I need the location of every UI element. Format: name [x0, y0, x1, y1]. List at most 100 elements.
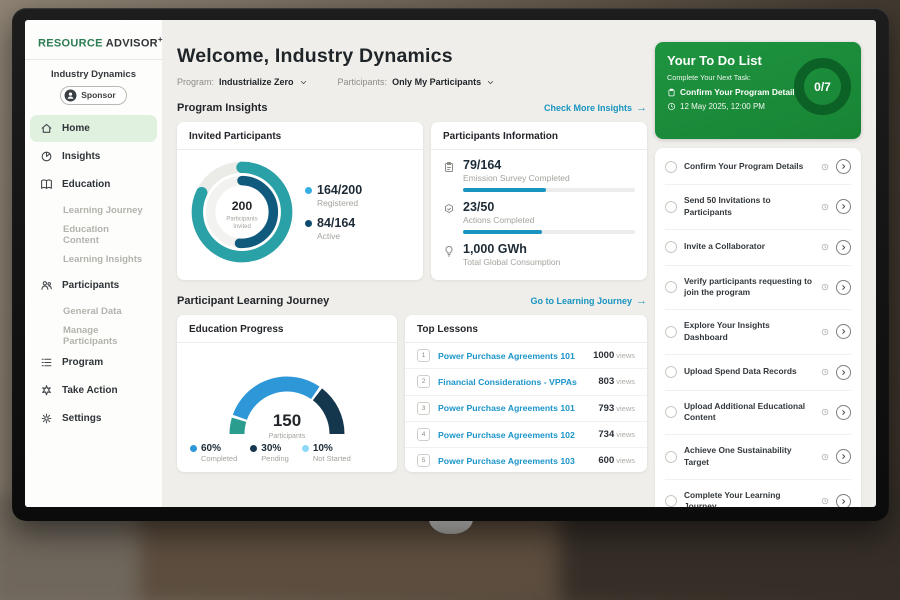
- lesson-rank: 2: [417, 375, 430, 388]
- task-label: Confirm Your Program Details: [684, 161, 814, 173]
- task-checkbox[interactable]: [665, 281, 677, 293]
- participants-information-card: Participants Information 79/164Emission …: [431, 122, 647, 280]
- tasks-list: Confirm Your Program Details Send 50 Invi…: [665, 149, 851, 507]
- info-value: 23/50: [463, 200, 635, 214]
- sidebar-item-take-action[interactable]: Take Action: [30, 377, 157, 404]
- todo-task-row[interactable]: Complete Your Learning Journey: [665, 480, 851, 507]
- sidebar-item-insights[interactable]: Insights: [30, 143, 157, 170]
- task-open-button[interactable]: [836, 405, 851, 420]
- participants-filter[interactable]: Participants: Only My Participants: [338, 77, 496, 87]
- info-row: 79/164Emission Survey Completed: [431, 150, 647, 192]
- sidebar-item-learning-journey[interactable]: Learning Journey: [30, 199, 157, 223]
- sidebar-item-label: Insights: [62, 151, 100, 162]
- divider: [25, 59, 162, 60]
- page-title: Welcome, Industry Dynamics: [177, 45, 647, 68]
- todo-task-row[interactable]: Send 50 Invitations to Participants: [665, 185, 851, 230]
- sidebar-item-education[interactable]: Education: [30, 171, 157, 198]
- task-checkbox[interactable]: [665, 161, 677, 173]
- task-checkbox[interactable]: [665, 495, 677, 507]
- task-open-button[interactable]: [836, 280, 851, 295]
- task-clock-icon: [821, 163, 829, 171]
- photo-background: RESOURCE ADVISOR+ Industry Dynamics Spon…: [0, 0, 900, 600]
- task-checkbox[interactable]: [665, 326, 677, 338]
- progress-bar: [463, 230, 635, 234]
- legend-value: 164/200: [317, 183, 362, 197]
- gauge-legend-entry: 60%Completed: [190, 443, 237, 463]
- lesson-link[interactable]: Power Purchase Agreements 103: [438, 456, 590, 466]
- lesson-row: 4Power Purchase Agreements 102734views: [405, 422, 647, 448]
- sidebar-item-education-content[interactable]: Education Content: [30, 223, 157, 247]
- lesson-row: 1Power Purchase Agreements 1011000views: [405, 343, 647, 369]
- todo-task-row[interactable]: Invite a Collaborator: [665, 230, 851, 266]
- task-label: Upload Additional Educational Content: [684, 401, 814, 425]
- task-open-button[interactable]: [836, 159, 851, 174]
- task-clock-icon: [821, 497, 829, 505]
- task-open-button[interactable]: [836, 365, 851, 380]
- todo-task-row[interactable]: Explore Your Insights Dashboard: [665, 310, 851, 355]
- sidebar-item-label: Home: [62, 123, 90, 134]
- info-label: Actions Completed: [463, 215, 635, 225]
- sidebar-item-home[interactable]: Home: [30, 115, 157, 142]
- task-open-button[interactable]: [836, 494, 851, 507]
- program-filter[interactable]: Program: Industrialize Zero: [177, 77, 308, 87]
- participants-filter-label: Participants:: [338, 77, 388, 87]
- logo-resource: RESOURCE: [38, 38, 103, 50]
- sidebar-item-manage-participants[interactable]: Manage Participants: [30, 325, 157, 349]
- survey-icon: [443, 161, 455, 173]
- gauge-legend-entry: 10%Not Started: [302, 443, 351, 463]
- dashboard-screen: RESOURCE ADVISOR+ Industry Dynamics Spon…: [25, 20, 876, 507]
- task-checkbox[interactable]: [665, 201, 677, 213]
- svg-text:Invited: Invited: [233, 224, 251, 230]
- task-checkbox[interactable]: [665, 406, 677, 418]
- main-content: Welcome, Industry Dynamics Program: Indu…: [177, 20, 647, 472]
- lesson-link[interactable]: Power Purchase Agreements 102: [438, 430, 590, 440]
- legend-percent: 10%: [313, 443, 333, 454]
- sidebar-item-participants[interactable]: Participants: [30, 272, 157, 299]
- card-title: Top Lessons: [405, 315, 647, 343]
- todo-task-row[interactable]: Confirm Your Program Details: [665, 149, 851, 185]
- program-filter-label: Program:: [177, 77, 214, 87]
- donut-legend-entry: 84/164Active: [305, 216, 362, 241]
- todo-task-row[interactable]: Verify participants requesting to join t…: [665, 266, 851, 311]
- go-to-learning-journey-link[interactable]: Go to Learning Journey: [530, 295, 647, 307]
- info-label: Emission Survey Completed: [463, 173, 635, 183]
- check-more-insights-link[interactable]: Check More Insights: [544, 102, 647, 114]
- sponsor-badge[interactable]: Sponsor: [60, 86, 126, 105]
- sidebar-item-general-data[interactable]: General Data: [30, 300, 157, 324]
- todo-task-row[interactable]: Achieve One Sustainability Target: [665, 435, 851, 480]
- donut-legend-entry: 164/200Registered: [305, 183, 362, 208]
- task-checkbox[interactable]: [665, 241, 677, 253]
- sidebar-item-label: General Data: [63, 306, 122, 317]
- task-open-button[interactable]: [836, 199, 851, 214]
- sidebar-nav: Home Insights EducationLearning JourneyEdu…: [25, 115, 162, 433]
- lesson-rank: 1: [417, 349, 430, 362]
- todo-next-task-label: Confirm Your Program Details: [680, 87, 799, 97]
- lesson-link[interactable]: Power Purchase Agreements 101: [438, 403, 590, 413]
- legend-label: Not Started: [313, 454, 351, 463]
- invited-donut-chart: 200 Participants Invited: [185, 155, 299, 269]
- card-title: Invited Participants: [177, 122, 423, 150]
- gauge-legend: 60%Completed30%Pending10%Not Started: [177, 443, 397, 463]
- sidebar-item-learning-insights[interactable]: Learning Insights: [30, 248, 157, 272]
- sidebar-item-label: Participants: [62, 280, 119, 291]
- todo-due-label: 12 May 2025, 12:00 PM: [680, 102, 765, 111]
- views-suffix: views: [616, 404, 635, 413]
- bulb-icon: [443, 245, 455, 257]
- todo-task-row[interactable]: Upload Spend Data Records: [665, 355, 851, 391]
- program-filter-value: Industrialize Zero: [219, 77, 294, 87]
- legend-label: Active: [317, 231, 362, 241]
- lesson-link[interactable]: Power Purchase Agreements 101: [438, 351, 585, 361]
- lesson-link[interactable]: Financial Considerations - VPPAs: [438, 377, 590, 387]
- sidebar-item-program[interactable]: Program: [30, 349, 157, 376]
- sidebar-item-settings[interactable]: Settings: [30, 405, 157, 432]
- task-checkbox[interactable]: [665, 451, 677, 463]
- task-checkbox[interactable]: [665, 366, 677, 378]
- task-open-button[interactable]: [836, 449, 851, 464]
- task-open-button[interactable]: [836, 240, 851, 255]
- insights-icon: [40, 150, 53, 163]
- todo-task-row[interactable]: Upload Additional Educational Content: [665, 391, 851, 436]
- lesson-views: 734views: [598, 429, 635, 440]
- sponsor-icon: [64, 89, 77, 102]
- task-open-button[interactable]: [836, 324, 851, 339]
- task-clock-icon: [821, 328, 829, 336]
